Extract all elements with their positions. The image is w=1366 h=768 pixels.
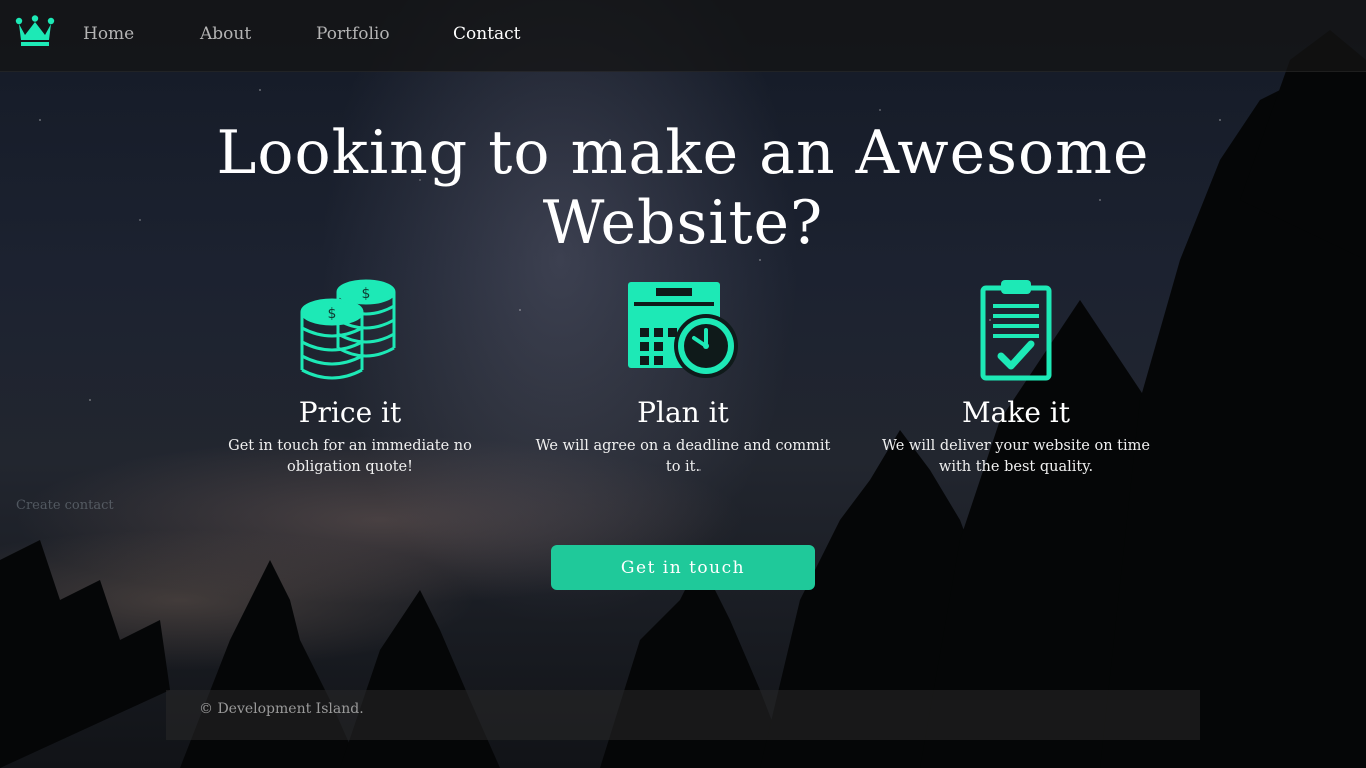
- hero-title: Looking to make an Awesome Website?: [216, 118, 1150, 258]
- footer-bar: © Development Island.: [166, 690, 1200, 740]
- feature-make: Make it We will deliver your website on …: [866, 278, 1166, 478]
- calendar-clock-icon: [628, 282, 738, 378]
- footer-copyright: © Development Island.: [199, 701, 364, 717]
- feature-text: We will agree on a deadline and commit t…: [535, 438, 831, 475]
- get-in-touch-button[interactable]: Get in touch: [551, 545, 815, 590]
- svg-text:$: $: [328, 306, 337, 322]
- svg-text:$: $: [362, 286, 371, 302]
- coins-icon: $ $: [300, 279, 396, 380]
- nav-home[interactable]: Home: [83, 24, 134, 44]
- feature-title: Price it: [298, 396, 402, 429]
- faded-background-text: Create contact: [16, 498, 114, 513]
- nav-about[interactable]: About: [200, 24, 251, 44]
- feature-price: $ $ Price it Get in touch for an immedia…: [200, 278, 500, 478]
- feature-title: Make it: [961, 396, 1070, 429]
- top-navbar: Home About Portfolio Contact: [0, 0, 1366, 72]
- clipboard-check-icon: [980, 280, 1052, 381]
- feature-text: We will deliver your website on time wit…: [882, 438, 1150, 475]
- feature-text: Get in touch for an immediate no obligat…: [228, 438, 472, 475]
- nav-portfolio[interactable]: Portfolio: [316, 24, 390, 44]
- feature-plan: Plan it We will agree on a deadline and …: [533, 278, 833, 478]
- crown-icon[interactable]: [15, 15, 55, 47]
- feature-title: Plan it: [637, 396, 729, 429]
- nav-contact[interactable]: Contact: [453, 24, 521, 44]
